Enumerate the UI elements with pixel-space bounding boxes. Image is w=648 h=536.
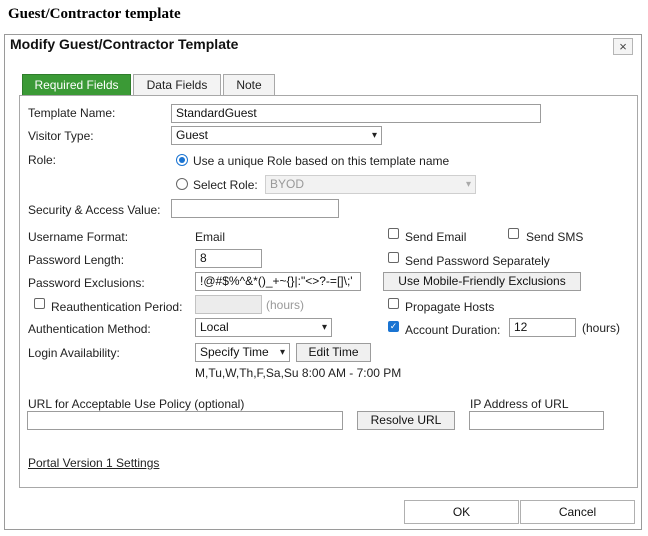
- role-unique-label: Use a unique Role based on this template…: [193, 154, 450, 168]
- visitor-type-select[interactable]: Guest ▾: [171, 126, 382, 145]
- role-select-dropdown[interactable]: BYOD ▾: [265, 175, 476, 194]
- tab-note[interactable]: Note: [223, 74, 275, 95]
- chevron-down-icon: ▾: [371, 130, 377, 141]
- password-exclusions-input[interactable]: !@#$%^&*()_+~{}|:"<>?-=[]\;': [195, 272, 361, 291]
- edit-time-button[interactable]: Edit Time: [296, 343, 371, 362]
- propagate-hosts-label: Propagate Hosts: [405, 300, 495, 314]
- portal-version-1-settings-link[interactable]: Portal Version 1 Settings: [28, 456, 159, 470]
- template-name-label: Template Name:: [28, 106, 116, 120]
- auth-method-value: Local: [200, 320, 229, 334]
- reauth-period-unit: (hours): [266, 298, 305, 312]
- reauth-period-input[interactable]: [195, 295, 262, 314]
- role-select-radio[interactable]: [176, 178, 188, 190]
- password-length-input[interactable]: 8: [195, 249, 262, 268]
- close-button[interactable]: ×: [613, 38, 633, 55]
- password-exclusions-label: Password Exclusions:: [28, 276, 145, 290]
- send-sms-checkbox[interactable]: [508, 228, 519, 239]
- login-availability-select[interactable]: Specify Time ▾: [195, 343, 290, 362]
- aup-url-label: URL for Acceptable Use Policy (optional): [28, 397, 245, 411]
- account-duration-unit: (hours): [582, 321, 621, 335]
- send-password-separately-label: Send Password Separately: [405, 254, 550, 268]
- chevron-down-icon: ▾: [465, 179, 471, 190]
- security-access-label: Security & Access Value:: [28, 203, 161, 217]
- role-select-label: Select Role:: [193, 178, 258, 192]
- tab-required-fields[interactable]: Required Fields: [22, 74, 131, 95]
- auth-method-label: Authentication Method:: [28, 322, 151, 336]
- ip-address-input[interactable]: [469, 411, 604, 430]
- account-duration-label: Account Duration:: [405, 323, 501, 337]
- login-schedule-text: M,Tu,W,Th,F,Sa,Su 8:00 AM - 7:00 PM: [195, 366, 402, 380]
- username-format-label: Username Format:: [28, 230, 129, 244]
- resolve-url-button[interactable]: Resolve URL: [357, 411, 455, 430]
- cancel-button[interactable]: Cancel: [520, 500, 635, 524]
- send-password-separately-checkbox[interactable]: [388, 252, 399, 263]
- auth-method-select[interactable]: Local ▾: [195, 318, 332, 337]
- chevron-down-icon: ▾: [279, 347, 285, 358]
- visitor-type-value: Guest: [176, 128, 209, 142]
- security-access-input[interactable]: [171, 199, 339, 218]
- ok-button[interactable]: OK: [404, 500, 519, 524]
- send-email-checkbox[interactable]: [388, 228, 399, 239]
- visitor-type-label: Visitor Type:: [28, 129, 94, 143]
- send-sms-label: Send SMS: [526, 230, 584, 244]
- chevron-down-icon: ▾: [321, 322, 327, 333]
- role-unique-radio[interactable]: [176, 154, 188, 166]
- role-select-value: BYOD: [270, 177, 305, 191]
- document-heading: Guest/Contractor template: [8, 6, 181, 22]
- ip-address-label: IP Address of URL: [470, 397, 569, 411]
- tab-data-fields[interactable]: Data Fields: [133, 74, 221, 95]
- send-email-label: Send Email: [405, 230, 467, 244]
- password-length-label: Password Length:: [28, 253, 125, 267]
- propagate-hosts-checkbox[interactable]: [388, 298, 399, 309]
- reauth-period-checkbox[interactable]: [34, 298, 45, 309]
- dialog-title: Modify Guest/Contractor Template: [10, 36, 239, 52]
- template-name-input[interactable]: StandardGuest: [171, 104, 541, 123]
- account-duration-input[interactable]: 12: [509, 318, 576, 337]
- role-label: Role:: [28, 153, 57, 167]
- login-availability-label: Login Availability:: [28, 346, 120, 360]
- login-availability-value: Specify Time: [200, 345, 269, 359]
- aup-url-input[interactable]: [27, 411, 343, 430]
- reauth-period-label: Reauthentication Period:: [51, 300, 183, 314]
- account-duration-checkbox[interactable]: ✓: [388, 321, 399, 332]
- mobile-friendly-exclusions-button[interactable]: Use Mobile-Friendly Exclusions: [383, 272, 581, 291]
- username-format-value: Email: [195, 230, 226, 244]
